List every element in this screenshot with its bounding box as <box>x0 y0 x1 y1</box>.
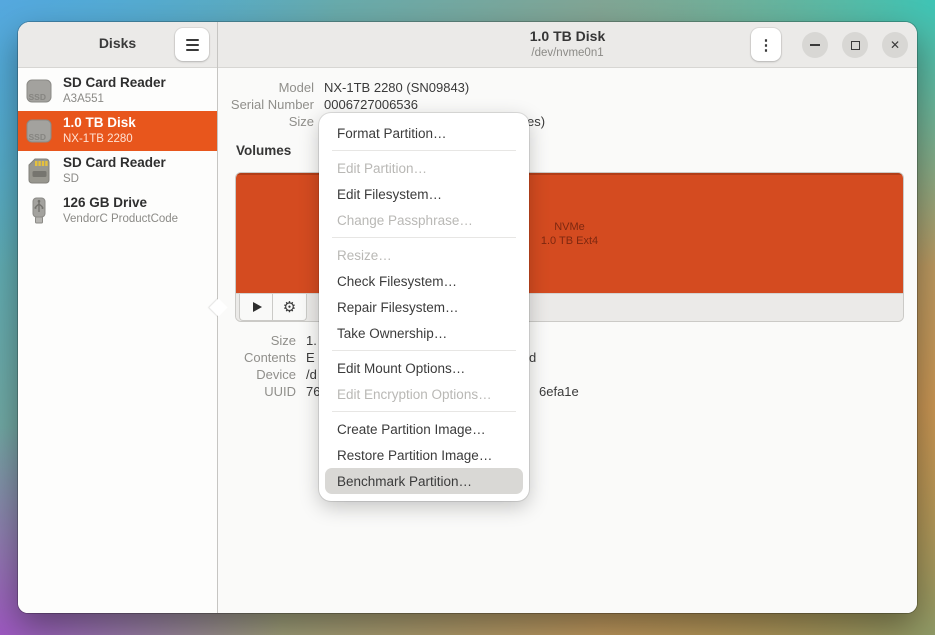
volume-detail-row-contents: ContentsEd <box>218 349 320 366</box>
menu-separator <box>332 237 516 238</box>
menu-item-edit-partition: Edit Partition… <box>325 155 523 181</box>
disks-app-window: Disks SSDSD Card ReaderA3A551SSD1.0 TB D… <box>18 22 917 613</box>
ssd-icon: SSD <box>23 115 55 147</box>
menu-item-restore-partition-image[interactable]: Restore Partition Image… <box>325 442 523 468</box>
menu-separator <box>332 350 516 351</box>
kebab-icon: ⋮ <box>759 36 774 54</box>
headerbar: 1.0 TB Disk /dev/nvme0n1 ⋮ ✕ <box>218 22 917 68</box>
detail-value-fragment-right: d <box>529 350 536 365</box>
minimize-icon <box>810 44 820 46</box>
menu-item-format-partition[interactable]: Format Partition… <box>325 120 523 146</box>
menu-item-change-passphrase: Change Passphrase… <box>325 207 523 233</box>
drive-subtitle: NX-1TB 2280 <box>63 132 136 146</box>
hamburger-icon <box>186 39 199 51</box>
sidebar-item-126-gb-drive-vendorc-productcode[interactable]: 126 GB DriveVendorC ProductCode <box>18 191 217 231</box>
svg-text:SSD: SSD <box>29 132 46 142</box>
window-controls: ✕ <box>802 32 908 58</box>
drive-info-row-serial-number: Serial Number 0006727006536 <box>218 96 545 113</box>
ssd-icon: SSD <box>23 75 55 107</box>
partition-context-menu: Format Partition… Edit Partition…Edit Fil… <box>319 113 529 501</box>
minimize-button[interactable] <box>802 32 828 58</box>
mount-button[interactable] <box>239 294 273 321</box>
drive-menu-button[interactable]: ⋮ <box>751 28 781 61</box>
sidebar-headerbar: Disks <box>18 22 217 68</box>
sidebar-item-1-0-tb-disk-nx-1tb-2280[interactable]: SSD 1.0 TB DiskNX-1TB 2280 <box>18 111 217 151</box>
volume-detail-row-uuid: UUID766efa1e <box>218 383 320 400</box>
detail-value-fragment: 1. <box>306 333 317 348</box>
menu-separator <box>332 411 516 412</box>
drive-name: 126 GB Drive <box>63 195 178 212</box>
info-label: Model <box>218 80 314 95</box>
gear-icon: ⚙ <box>283 298 296 316</box>
info-label: Serial Number <box>218 97 314 112</box>
detail-label: Contents <box>218 350 296 365</box>
close-icon: ✕ <box>890 39 900 51</box>
info-label: Size <box>218 114 314 129</box>
sidebar-list: SSDSD Card ReaderA3A551SSD1.0 TB DiskNX-… <box>18 68 217 613</box>
menu-item-edit-mount-options[interactable]: Edit Mount Options… <box>325 355 523 381</box>
usb-drive-icon <box>23 195 55 227</box>
drive-name: SD Card Reader <box>63 155 166 172</box>
volume-detail-row-device: Device/d <box>218 366 320 383</box>
info-value: 0006727006536 <box>324 97 418 112</box>
drive-subtitle: SD <box>63 172 166 186</box>
menu-item-create-partition-image[interactable]: Create Partition Image… <box>325 416 523 442</box>
svg-text:SSD: SSD <box>29 92 46 102</box>
detail-value-fragment: E <box>306 350 315 365</box>
play-icon <box>253 302 262 312</box>
menu-item-edit-filesystem[interactable]: Edit Filesystem… <box>325 181 523 207</box>
drive-info-row-model: Model NX-1TB 2280 (SN09843) <box>218 79 545 96</box>
main-pane: 1.0 TB Disk /dev/nvme0n1 ⋮ ✕ Model NX-1TB… <box>218 22 917 613</box>
partition-name: NVMe <box>554 220 585 234</box>
drive-name: SD Card Reader <box>63 75 166 92</box>
detail-value-fragment: /d <box>306 367 317 382</box>
close-button[interactable]: ✕ <box>882 32 908 58</box>
info-value: NX-1TB 2280 (SN09843) <box>324 80 469 95</box>
detail-label: UUID <box>218 384 296 399</box>
detail-value-fragment-right: 6efa1e <box>539 384 579 399</box>
menu-item-resize: Resize… <box>325 242 523 268</box>
sidebar: Disks SSDSD Card ReaderA3A551SSD1.0 TB D… <box>18 22 218 613</box>
sidebar-item-sd-card-reader-sd[interactable]: SD Card ReaderSD <box>18 151 217 191</box>
volumes-section-label: Volumes <box>236 143 291 158</box>
volume-detail-row-size: Size 1. <box>218 332 320 349</box>
detail-label: Device <box>218 367 296 382</box>
maximize-button[interactable] <box>842 32 868 58</box>
volume-detail-rows: Size1.ContentsEdDevice/dUUID766efa1e <box>218 332 320 400</box>
partition-description: 1.0 TB Ext4 <box>541 234 598 248</box>
menu-item-benchmark-partition[interactable]: Benchmark Partition… <box>325 468 523 494</box>
menu-item-check-filesystem[interactable]: Check Filesystem… <box>325 268 523 294</box>
menu-item-take-ownership[interactable]: Take Ownership… <box>325 320 523 346</box>
volume-button-group: ⚙ <box>239 294 307 321</box>
sd-card-icon <box>23 155 55 187</box>
menu-item-edit-encryption-options: Edit Encryption Options… <box>325 381 523 407</box>
drive-subtitle: A3A551 <box>63 92 166 106</box>
drive-content: Model NX-1TB 2280 (SN09843) Serial Number 0… <box>218 68 917 613</box>
drive-name: 1.0 TB Disk <box>63 115 136 132</box>
hamburger-menu-button[interactable] <box>175 28 209 61</box>
menu-item-repair-filesystem[interactable]: Repair Filesystem… <box>325 294 523 320</box>
drive-subtitle: VendorC ProductCode <box>63 212 178 226</box>
detail-label: Size <box>218 333 296 348</box>
sidebar-item-sd-card-reader-a3a551[interactable]: SSD SD Card ReaderA3A551 <box>18 71 217 111</box>
desktop: { "sidebar": { "title": "Disks", "items"… <box>0 0 935 635</box>
maximize-icon <box>851 41 860 50</box>
partition-options-button[interactable]: ⚙ <box>273 294 307 321</box>
menu-separator <box>332 150 516 151</box>
